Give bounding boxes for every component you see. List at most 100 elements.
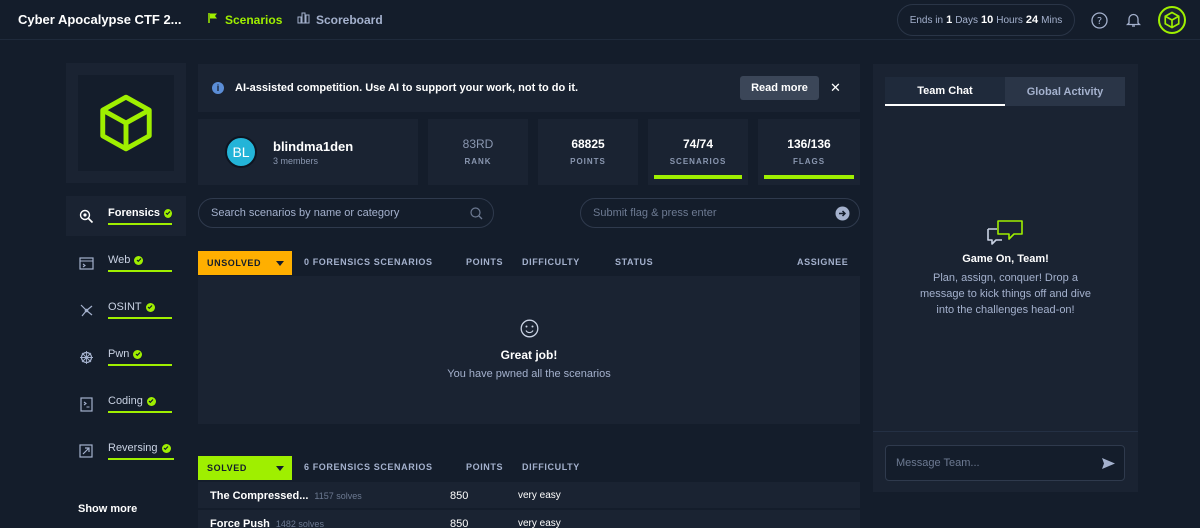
event-title[interactable]: Cyber Apocalypse CTF 2... bbox=[18, 12, 182, 27]
points-label: POINTS bbox=[570, 157, 606, 166]
flag-input[interactable]: Submit flag & press enter bbox=[580, 198, 860, 228]
timer-prefix: Ends in bbox=[909, 14, 944, 26]
rank-label: RANK bbox=[464, 157, 492, 166]
cube-icon bbox=[1164, 11, 1180, 29]
nav-scoreboard[interactable]: Scoreboard bbox=[297, 12, 383, 27]
points-value: 68825 bbox=[571, 137, 605, 151]
solved-points-header: POINTS bbox=[466, 462, 504, 472]
forensics-icon bbox=[78, 208, 94, 224]
points-header: POINTS bbox=[466, 257, 504, 267]
chat-divider bbox=[873, 431, 1138, 432]
category-reversing[interactable]: Reversing bbox=[66, 431, 186, 471]
category-coding[interactable]: Coding bbox=[66, 384, 186, 424]
team-avatar[interactable]: BL bbox=[225, 136, 257, 168]
smile-icon bbox=[198, 319, 860, 343]
empty-title: Great job! bbox=[500, 348, 558, 362]
solved-count-header: 6 FORENSICS SCENARIOS bbox=[304, 462, 433, 472]
timer-mins-value: 24 bbox=[1025, 14, 1039, 26]
category-label: Reversing bbox=[108, 442, 174, 460]
flags-value: 136/136 bbox=[787, 137, 831, 151]
category-pwn[interactable]: Pwn bbox=[66, 337, 186, 377]
category-web[interactable]: Web bbox=[66, 243, 186, 283]
scenarios-progress-bar bbox=[654, 175, 742, 179]
search-placeholder: Search scenarios by name or category bbox=[211, 207, 400, 219]
chat-empty-desc: Plan, assign, conquer! Drop a message to… bbox=[919, 272, 1091, 316]
check-icon bbox=[134, 255, 144, 265]
tab-team-chat[interactable]: Team Chat bbox=[885, 77, 1005, 106]
timer-hours-unit: Hours bbox=[996, 14, 1023, 26]
read-more-button[interactable]: Read more bbox=[740, 76, 819, 100]
coding-icon bbox=[78, 396, 94, 412]
category-coding-text: Coding bbox=[108, 395, 143, 407]
timer-days-unit: Days bbox=[955, 14, 978, 26]
check-icon bbox=[133, 349, 143, 359]
tab-global-activity[interactable]: Global Activity bbox=[1005, 77, 1125, 106]
category-forensics[interactable]: Forensics bbox=[66, 196, 186, 236]
scenarios-value: 74/74 bbox=[682, 137, 714, 151]
category-osint[interactable]: OSINT bbox=[66, 290, 186, 330]
category-osint-text: OSINT bbox=[108, 301, 142, 313]
scenario-points: 850 bbox=[450, 518, 469, 528]
check-icon bbox=[146, 396, 156, 406]
category-label: Web bbox=[108, 254, 172, 272]
send-icon[interactable] bbox=[1101, 457, 1116, 470]
help-icon[interactable]: ? bbox=[1089, 10, 1109, 30]
svg-text:?: ? bbox=[1096, 16, 1101, 27]
category-label: Coding bbox=[108, 395, 172, 413]
flags-progress-bar bbox=[764, 175, 854, 179]
category-label: Pwn bbox=[108, 348, 172, 366]
message-input[interactable]: Message Team... bbox=[885, 445, 1125, 481]
arrow-right-icon[interactable] bbox=[835, 206, 850, 221]
rank-value: 83RD bbox=[462, 137, 494, 151]
cube-logo-icon bbox=[100, 94, 152, 152]
points-stat: 68825 POINTS bbox=[538, 119, 638, 185]
nav-scenarios[interactable]: Scenarios bbox=[207, 12, 282, 27]
scenario-solves: 1157 solves bbox=[314, 491, 362, 501]
scenarios-label: SCENARIOS bbox=[669, 157, 727, 166]
assignee-header: ASSIGNEE bbox=[797, 257, 849, 267]
bell-icon[interactable] bbox=[1123, 10, 1143, 30]
timer-hours-value: 10 bbox=[980, 14, 994, 26]
nav-scenarios-label: Scenarios bbox=[225, 12, 283, 27]
search-icon bbox=[470, 207, 483, 220]
category-web-text: Web bbox=[108, 254, 131, 266]
scoreboard-icon bbox=[297, 12, 310, 27]
flag-icon bbox=[207, 12, 219, 27]
chat-bubbles-icon bbox=[984, 218, 1026, 251]
flags-stat: 136/136 FLAGS bbox=[758, 119, 860, 185]
category-logo bbox=[78, 75, 174, 171]
unsolved-dropdown[interactable]: UNSOLVED bbox=[198, 251, 292, 275]
scenario-name[interactable]: The Compressed... bbox=[210, 490, 308, 502]
info-icon: i bbox=[212, 82, 224, 94]
user-avatar[interactable] bbox=[1158, 6, 1186, 34]
flag-placeholder: Submit flag & press enter bbox=[593, 207, 717, 219]
solved-tag-label: SOLVED bbox=[207, 463, 247, 473]
table-row[interactable]: Force Push 1482 solves 850 very easy bbox=[198, 510, 860, 528]
category-forensics-text: Forensics bbox=[108, 207, 160, 219]
scenario-difficulty: very easy bbox=[518, 518, 561, 528]
web-icon bbox=[78, 255, 94, 271]
countdown-timer: Ends in 1 Days 10 Hours 24 Mins bbox=[897, 4, 1075, 36]
table-row[interactable]: The Compressed... 1157 solves 850 very ea… bbox=[198, 482, 860, 509]
timer-mins-unit: Mins bbox=[1041, 14, 1063, 26]
reversing-icon bbox=[78, 443, 94, 459]
nav-scoreboard-label: Scoreboard bbox=[316, 12, 383, 27]
solved-dropdown[interactable]: SOLVED bbox=[198, 456, 292, 480]
show-more-link[interactable]: Show more bbox=[78, 503, 137, 515]
category-label: OSINT bbox=[108, 301, 172, 319]
chevron-down-icon bbox=[268, 456, 292, 480]
category-label: Forensics bbox=[108, 207, 172, 225]
solved-difficulty-header: DIFFICULTY bbox=[522, 462, 580, 472]
scenario-points: 850 bbox=[450, 490, 469, 502]
close-icon[interactable]: ✕ bbox=[830, 80, 841, 96]
banner-text: AI-assisted competition. Use AI to suppo… bbox=[235, 82, 579, 94]
osint-icon bbox=[78, 302, 94, 318]
unsolved-count-header: 0 FORENSICS SCENARIOS bbox=[304, 257, 433, 267]
chevron-down-icon bbox=[268, 251, 292, 275]
team-name[interactable]: blindma1den bbox=[273, 139, 353, 154]
scenario-name[interactable]: Force Push bbox=[210, 518, 270, 528]
chat-tabs: Team Chat Global Activity bbox=[885, 77, 1125, 106]
category-reversing-text: Reversing bbox=[108, 442, 158, 454]
check-icon bbox=[161, 443, 171, 453]
search-input[interactable]: Search scenarios by name or category bbox=[198, 198, 494, 228]
